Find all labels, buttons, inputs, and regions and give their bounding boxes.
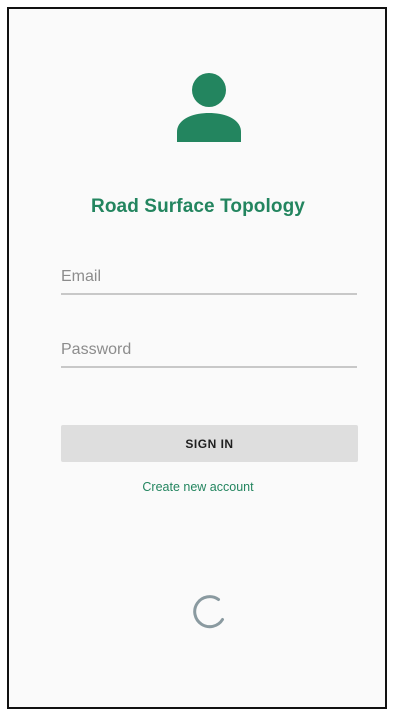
email-input[interactable]: [61, 263, 357, 291]
person-icon: [177, 73, 241, 142]
email-field[interactable]: [61, 263, 357, 295]
app-title: Road Surface Topology: [91, 196, 305, 217]
app-window: Road Surface Topology SIGN IN Create new…: [7, 7, 387, 709]
sign-in-button[interactable]: SIGN IN: [61, 425, 358, 462]
password-input[interactable]: [61, 336, 357, 364]
loading-spinner-icon: [193, 595, 224, 629]
create-account-link[interactable]: Create new account: [9, 480, 387, 494]
password-field[interactable]: [61, 336, 357, 368]
